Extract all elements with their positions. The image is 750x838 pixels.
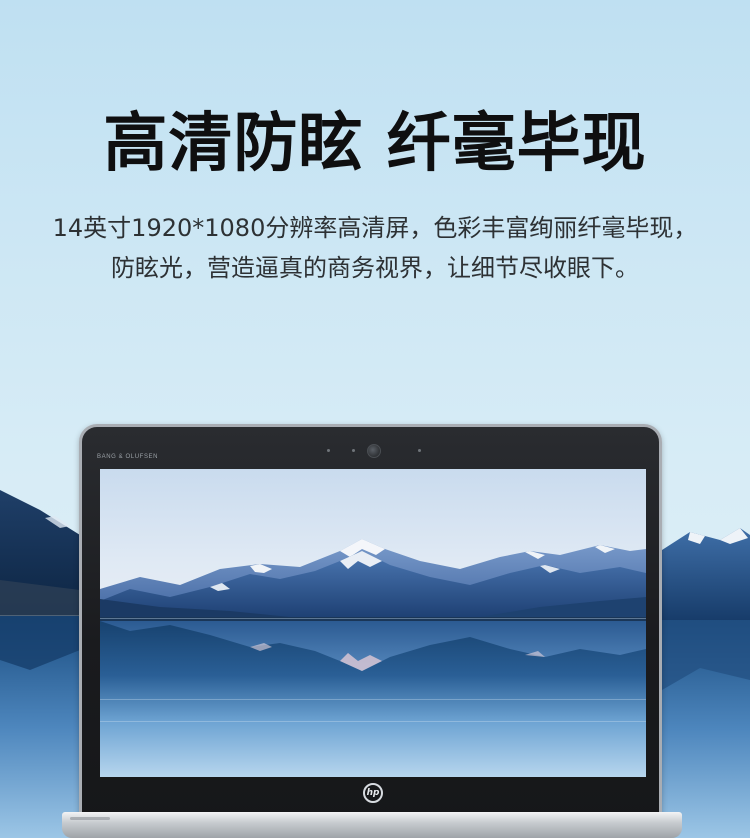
sensor-dot-right [418, 449, 421, 452]
sensor-dot-left [327, 449, 330, 452]
laptop-base [62, 812, 682, 838]
hp-logo: hp [363, 783, 383, 803]
laptop: BANG & OLUFSEN hp [79, 424, 662, 826]
laptop-base-indicator [70, 817, 110, 820]
sensor-dot-mid [352, 449, 355, 452]
headline: 高清防眩 纤毫毕现 [103, 107, 647, 181]
subtitle-line-1: 14英寸1920*1080分辨率高清屏，色彩丰富绚丽纤毫毕现， [52, 214, 698, 242]
subtitle-line-2: 防眩光，营造逼真的商务视界，让细节尽收眼下。 [111, 254, 639, 282]
product-banner: 高清防眩 纤毫毕现 14英寸1920*1080分辨率高清屏，色彩丰富绚丽纤毫毕现… [0, 0, 750, 838]
bezel-brand-label: BANG & OLUFSEN [97, 454, 159, 460]
screen-landscape-image [100, 469, 646, 777]
subtitle: 14英寸1920*1080分辨率高清屏，色彩丰富绚丽纤毫毕现， 防眩光，营造逼真… [0, 208, 750, 288]
webcam-icon [367, 444, 381, 458]
